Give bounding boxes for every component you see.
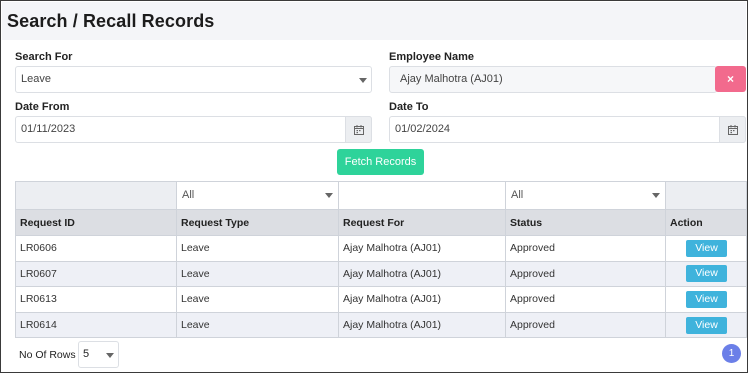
view-button[interactable]: View <box>686 265 727 283</box>
request-type-cell: Leave <box>176 311 339 339</box>
date-to-input[interactable]: 01/02/2024 <box>389 116 746 143</box>
action-cell: View <box>665 235 747 262</box>
date-to-value: 01/02/2024 <box>395 123 451 135</box>
action-cell: View <box>665 260 747 288</box>
date-from-value: 01/11/2023 <box>21 123 76 135</box>
column-header[interactable]: Status <box>505 209 666 236</box>
search-for-label: Search For <box>15 51 73 63</box>
request-id-cell: LR0614 <box>15 311 177 339</box>
action-cell: View <box>665 311 747 339</box>
page-title: Search / Recall Records <box>7 11 215 31</box>
filter-cell-empty <box>665 181 747 210</box>
date-from-calendar-button[interactable] <box>345 116 372 143</box>
search-for-value: Leave <box>21 73 51 85</box>
filter-request-type[interactable]: All <box>176 181 339 210</box>
date-to-calendar-button[interactable] <box>719 116 746 143</box>
date-to-label: Date To <box>389 101 429 113</box>
date-from-label: Date From <box>15 101 70 113</box>
rows-per-page-label: No Of Rows : <box>19 349 82 361</box>
table-row: LR0614 Leave Ajay Malhotra (AJ01) Approv… <box>15 311 747 339</box>
fetch-records-button[interactable]: Fetch Records <box>337 149 424 175</box>
request-type-cell: Leave <box>176 286 339 313</box>
table-row: LR0613 Leave Ajay Malhotra (AJ01) Approv… <box>15 286 747 313</box>
filter-row: All All <box>15 181 747 210</box>
table-row: LR0606 Leave Ajay Malhotra (AJ01) Approv… <box>15 235 747 262</box>
rows-per-page-value: 5 <box>83 348 90 360</box>
view-button[interactable]: View <box>686 239 727 257</box>
request-for-cell: Ajay Malhotra (AJ01) <box>338 286 506 313</box>
status-cell: Approved <box>505 260 666 288</box>
table-header: Request ID Request Type Request For Stat… <box>15 209 747 236</box>
rows-per-page-select[interactable]: 5 <box>78 341 119 368</box>
calendar-icon <box>354 125 364 135</box>
filter-status-value: All <box>511 189 524 201</box>
clear-employee-button[interactable]: × <box>715 66 746 92</box>
column-header[interactable]: Request For <box>338 209 506 236</box>
employee-name-field[interactable]: Ajay Malhotra (AJ01) <box>389 66 717 93</box>
request-id-cell: LR0607 <box>15 260 177 288</box>
search-recall-panel: Search / Recall Records Search For Leave… <box>0 0 748 373</box>
employee-name-label: Employee Name <box>389 51 474 63</box>
filter-request-for[interactable] <box>338 181 506 210</box>
column-header: Action <box>665 209 747 236</box>
close-icon: × <box>726 72 734 86</box>
table-row: LR0607 Leave Ajay Malhotra (AJ01) Approv… <box>15 260 747 288</box>
request-for-cell: Ajay Malhotra (AJ01) <box>338 311 506 339</box>
request-for-cell: Ajay Malhotra (AJ01) <box>338 235 506 262</box>
view-button[interactable]: View <box>686 316 727 334</box>
column-header[interactable]: Request ID <box>15 209 177 236</box>
date-from-input[interactable]: 01/11/2023 <box>15 116 372 143</box>
chevron-down-icon <box>652 193 660 198</box>
request-type-cell: Leave <box>176 235 339 262</box>
status-cell: Approved <box>505 286 666 313</box>
calendar-icon <box>728 125 738 135</box>
request-type-cell: Leave <box>176 260 339 288</box>
filter-status[interactable]: All <box>505 181 666 210</box>
page-1-button[interactable]: 1 <box>722 344 741 363</box>
request-id-cell: LR0613 <box>15 286 177 313</box>
results-table: All All Request ID Request Type Request … <box>15 181 747 339</box>
request-for-cell: Ajay Malhotra (AJ01) <box>338 260 506 288</box>
chevron-down-icon <box>359 78 367 83</box>
chevron-down-icon <box>325 193 333 198</box>
status-cell: Approved <box>505 235 666 262</box>
action-cell: View <box>665 286 747 313</box>
page-header: Search / Recall Records <box>2 2 746 40</box>
filter-cell-empty <box>15 181 177 210</box>
column-header[interactable]: Request Type <box>176 209 339 236</box>
employee-name-value: Ajay Malhotra (AJ01) <box>400 73 503 85</box>
request-id-cell: LR0606 <box>15 235 177 262</box>
view-button[interactable]: View <box>686 290 727 308</box>
chevron-down-icon <box>106 353 114 358</box>
status-cell: Approved <box>505 311 666 339</box>
filter-request-type-value: All <box>182 189 195 201</box>
search-for-select[interactable]: Leave <box>15 66 372 93</box>
